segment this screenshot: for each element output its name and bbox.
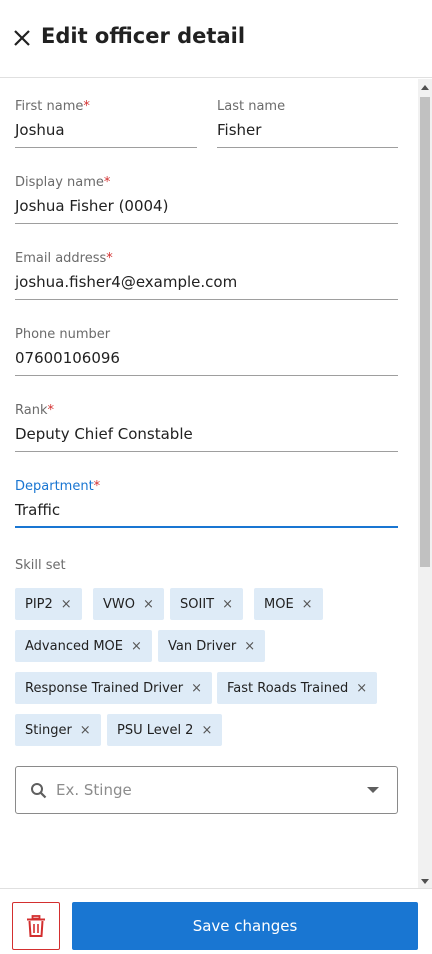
trash-icon [27, 915, 45, 937]
chip-remove-icon[interactable]: × [131, 640, 142, 653]
skill-chip[interactable]: Stinger × [15, 714, 101, 746]
required-marker: * [47, 403, 54, 418]
required-marker: * [106, 251, 113, 266]
scroll-up-icon[interactable] [421, 85, 429, 90]
skill-search-input[interactable] [56, 767, 356, 813]
rank-underline [15, 451, 398, 452]
department-value[interactable]: Traffic [15, 501, 398, 520]
skill-chip-label: PSU Level 2 [117, 722, 194, 738]
department-underline [15, 526, 398, 528]
chip-remove-icon[interactable]: × [191, 682, 202, 695]
page-header: Edit officer detail [0, 0, 432, 78]
phone-label: Phone number [15, 327, 111, 342]
first-name-field[interactable]: First name* Joshua [15, 99, 197, 148]
chip-remove-icon[interactable]: × [143, 598, 154, 611]
first-name-value[interactable]: Joshua [15, 121, 197, 140]
skill-chip-label: Advanced MOE [25, 638, 124, 654]
skill-chip-label: Fast Roads Trained [227, 680, 349, 696]
skill-chip[interactable]: SOIIT × [170, 588, 243, 620]
rank-label: Rank* [15, 403, 54, 418]
skill-chip[interactable]: Van Driver × [158, 630, 266, 662]
skill-search-box[interactable] [15, 766, 398, 814]
last-name-label: Last name [217, 99, 286, 114]
first-name-label: First name* [15, 99, 90, 114]
skill-chip[interactable]: Response Trained Driver × [15, 672, 213, 704]
skill-chip-label: SOIIT [180, 596, 215, 612]
email-underline [15, 299, 398, 300]
required-marker: * [103, 175, 111, 190]
chip-remove-icon[interactable]: × [244, 640, 255, 653]
rank-field[interactable]: Rank* Deputy Chief Constable [15, 403, 398, 452]
required-marker: * [93, 479, 101, 494]
scroll-down-icon[interactable] [421, 879, 429, 884]
required-marker: * [83, 99, 90, 114]
display-name-underline [15, 223, 398, 224]
vertical-scrollbar[interactable] [418, 79, 432, 888]
close-icon [14, 30, 30, 46]
display-name-label: Display name* [15, 175, 111, 190]
skill-chip[interactable]: PSU Level 2 × [107, 714, 223, 746]
department-field[interactable]: Department* Traffic [15, 479, 398, 528]
skill-chip-label: Van Driver [168, 638, 237, 654]
chip-remove-icon[interactable]: × [222, 598, 233, 611]
skill-chip-label: VWO [103, 596, 135, 612]
email-value[interactable]: joshua.fisher4@example.com [15, 273, 398, 292]
delete-button[interactable] [12, 902, 60, 950]
chip-remove-icon[interactable]: × [302, 598, 313, 611]
skill-set-section: Skill set [15, 558, 215, 574]
action-bar: Save changes [0, 888, 432, 954]
close-button[interactable] [10, 26, 34, 50]
scrollbar-thumb[interactable] [420, 97, 430, 567]
email-field[interactable]: Email address* joshua.fisher4@example.co… [15, 251, 398, 300]
chevron-down-icon[interactable] [367, 787, 379, 793]
last-name-underline [217, 147, 398, 148]
last-name-value[interactable]: Fisher [217, 121, 398, 140]
search-icon [31, 783, 47, 799]
department-label: Department* [15, 479, 101, 494]
display-name-value[interactable]: Joshua Fisher (0004) [15, 197, 398, 216]
phone-field[interactable]: Phone number 07600106096 [15, 327, 398, 376]
page-title: Edit officer detail [41, 24, 246, 48]
first-name-underline [15, 147, 197, 148]
form-scroll-area[interactable]: First name* Joshua Last name Fisher Disp… [0, 79, 418, 888]
phone-underline [15, 375, 398, 376]
phone-value[interactable]: 07600106096 [15, 349, 398, 368]
chip-remove-icon[interactable]: × [201, 724, 212, 737]
skill-chip-label: Stinger [25, 722, 72, 738]
skill-set-label: Skill set [15, 558, 66, 573]
last-name-field[interactable]: Last name Fisher [217, 99, 398, 148]
skill-chip-label: Response Trained Driver [25, 680, 184, 696]
skill-chip[interactable]: PIP2 × [15, 588, 82, 620]
skill-chip[interactable]: Advanced MOE × [15, 630, 152, 662]
save-changes-button[interactable]: Save changes [72, 902, 418, 950]
skill-chip[interactable]: VWO × [93, 588, 164, 620]
display-name-field[interactable]: Display name* Joshua Fisher (0004) [15, 175, 398, 224]
chip-remove-icon[interactable]: × [356, 682, 367, 695]
chip-remove-icon[interactable]: × [61, 598, 72, 611]
skill-chip-label: PIP2 [25, 596, 53, 612]
skill-chip[interactable]: MOE × [254, 588, 323, 620]
rank-value[interactable]: Deputy Chief Constable [15, 425, 398, 444]
skill-chip[interactable]: Fast Roads Trained × [217, 672, 378, 704]
skill-chip-label: MOE [264, 596, 294, 612]
email-label: Email address* [15, 251, 113, 266]
chip-remove-icon[interactable]: × [80, 724, 91, 737]
